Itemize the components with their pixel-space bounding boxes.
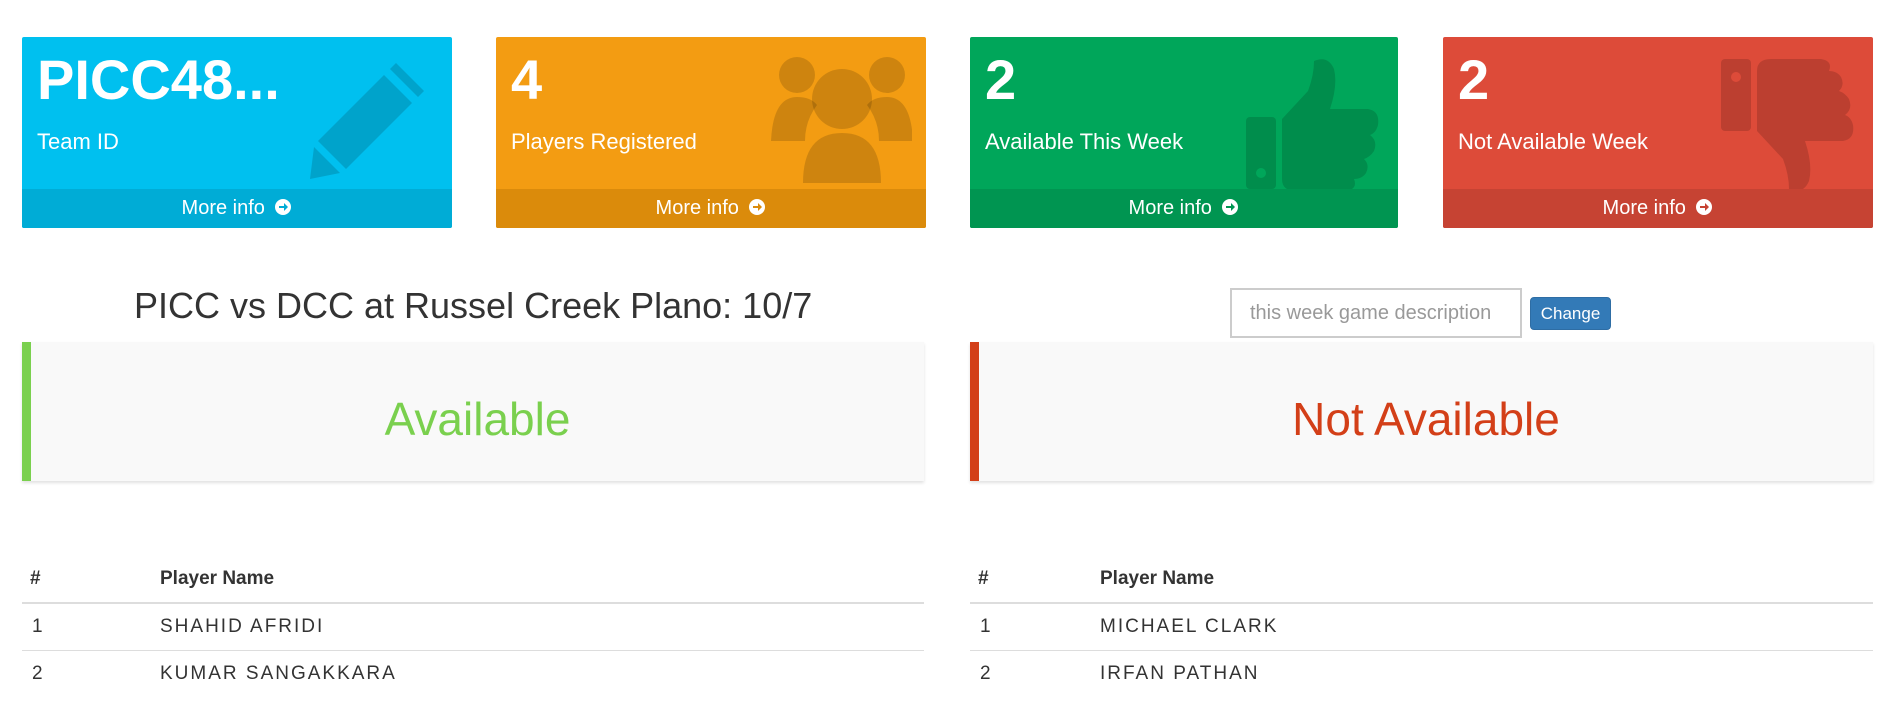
thumbs-up-icon — [1246, 59, 1379, 192]
column-header-number: # — [970, 556, 1100, 604]
available-count-label: Available This Week — [985, 129, 1184, 154]
table-header-row: # Player Name — [22, 556, 924, 604]
available-more-info-link[interactable]: More info — [970, 189, 1398, 228]
not-available-count-label: Not Available Week — [1458, 129, 1648, 154]
more-info-label: More info — [181, 197, 265, 219]
table-row[interactable]: 1 SHAHID AFRIDI — [22, 603, 924, 651]
users-icon — [771, 57, 912, 183]
table-row[interactable]: 2 IRFAN PATHAN — [970, 651, 1873, 698]
more-info-label: More info — [1128, 197, 1212, 219]
game-description-input[interactable] — [1230, 288, 1522, 338]
more-info-label: More info — [1602, 197, 1686, 219]
arrow-circle-right-icon — [749, 199, 766, 215]
players-registered-box: 4 Players Registered More info — [496, 37, 926, 228]
thumbs-down-icon — [1721, 59, 1854, 191]
player-name: SHAHID AFRIDI — [160, 603, 924, 651]
available-week-box: 2 Available This Week More info — [970, 37, 1398, 228]
not-available-players-table: # Player Name 1 MICHAEL CLARK 2 IRFAN PA… — [970, 556, 1873, 697]
pencil-icon — [310, 63, 424, 179]
players-more-info-link[interactable]: More info — [496, 189, 926, 228]
available-callout: Available — [22, 342, 924, 481]
row-number: 1 — [970, 603, 1100, 651]
not-available-week-box: 2 Not Available Week More info — [1443, 37, 1873, 228]
game-title: PICC vs DCC at Russel Creek Plano: 10/7 — [134, 285, 813, 326]
not-available-callout: Not Available — [970, 342, 1873, 481]
column-header-player-name: Player Name — [1100, 556, 1873, 604]
available-count-value: 2 — [985, 48, 1017, 111]
more-info-label: More info — [655, 197, 739, 219]
team-id-value: PICC48... — [37, 48, 280, 111]
column-header-player-name: Player Name — [160, 556, 924, 604]
player-name: IRFAN PATHAN — [1100, 663, 1260, 684]
row-number: 2 — [32, 663, 43, 684]
arrow-circle-right-icon — [1696, 199, 1713, 215]
row-number: 1 — [22, 603, 160, 651]
available-players-table: # Player Name 1 SHAHID AFRIDI 2 KUMAR SA… — [22, 556, 924, 697]
table-row[interactable]: 1 MICHAEL CLARK — [970, 603, 1873, 651]
team-id-label: Team ID — [37, 129, 119, 154]
not-available-count-value: 2 — [1458, 48, 1490, 111]
change-button[interactable]: Change — [1530, 297, 1611, 330]
players-registered-value: 4 — [511, 48, 543, 111]
players-registered-label: Players Registered — [511, 129, 697, 154]
table-row[interactable]: 2 KUMAR SANGAKKARA — [22, 651, 924, 698]
arrow-circle-right-icon — [275, 199, 292, 215]
player-name: KUMAR SANGAKKARA — [160, 663, 397, 684]
team-id-box: PICC48... Team ID More info — [22, 37, 452, 228]
arrow-circle-right-icon — [1222, 199, 1239, 215]
column-header-number: # — [22, 556, 160, 604]
available-heading: Available — [384, 393, 571, 445]
table-header-row: # Player Name — [970, 556, 1873, 604]
not-available-heading: Not Available — [1292, 393, 1560, 445]
player-name: MICHAEL CLARK — [1100, 603, 1873, 651]
row-number: 2 — [980, 663, 991, 684]
not-available-more-info-link[interactable]: More info — [1443, 189, 1873, 228]
team-id-more-info-link[interactable]: More info — [22, 189, 452, 228]
